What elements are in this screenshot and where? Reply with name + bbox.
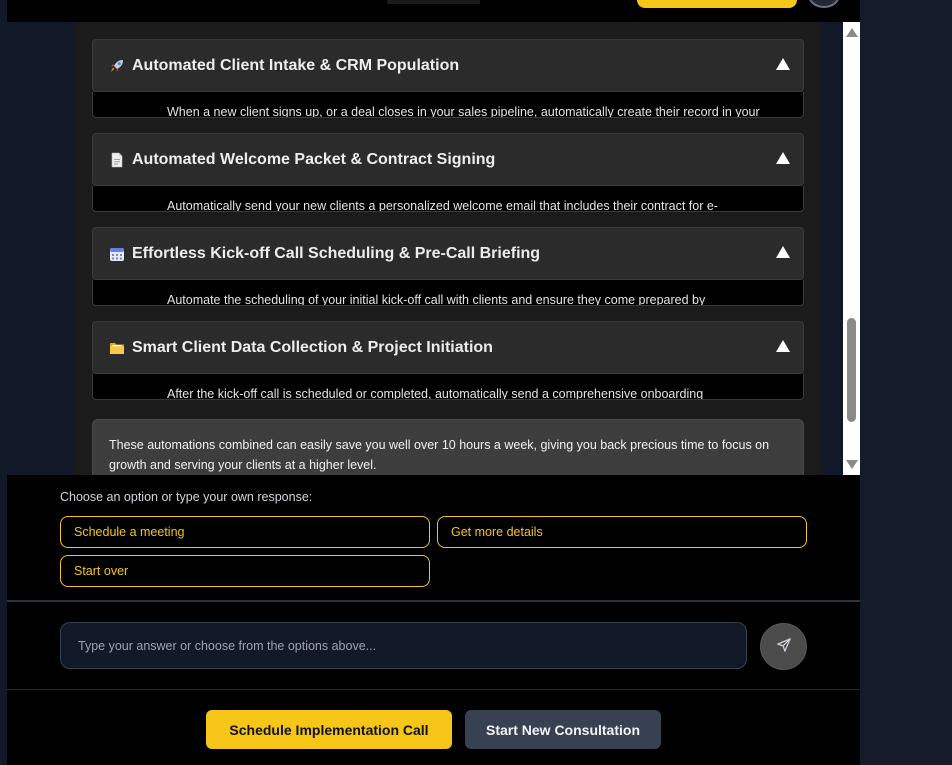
accordion-preview: When a new client signs up, or a deal cl…	[167, 105, 760, 118]
accordion-body: Automatically send your new clients a pe…	[92, 186, 804, 212]
summary-text: These automations combined can easily sa…	[109, 438, 770, 472]
accordion-item-data-collection: Smart Client Data Collection & Project I…	[92, 321, 804, 400]
accordion-title: Automated Client Intake & CRM Population	[132, 56, 460, 74]
scrollbar[interactable]	[843, 22, 860, 475]
top-header	[7, 0, 860, 22]
footer-actions: Schedule Implementation Call Start New C…	[7, 690, 860, 765]
rocket-icon	[109, 58, 125, 74]
chevron-up-icon[interactable]	[776, 340, 790, 352]
header-action-button[interactable]	[637, 0, 797, 8]
scroll-down-arrow-icon[interactable]	[846, 460, 858, 469]
assistant-message-panel: Automated Client Intake & CRM Population…	[74, 22, 822, 475]
page-margin-left	[0, 0, 7, 765]
accordion-header[interactable]: Automated Welcome Packet & Contract Sign…	[92, 133, 804, 186]
option-more-details-button[interactable]: Get more details	[437, 516, 807, 548]
accordion-body: When a new client signs up, or a deal cl…	[92, 92, 804, 118]
accordion-body: Automate the scheduling of your initial …	[92, 280, 804, 306]
accordion-item-kickoff-call: Effortless Kick-off Call Scheduling & Pr…	[92, 227, 804, 306]
chevron-up-icon[interactable]	[776, 58, 790, 70]
chevron-up-icon[interactable]	[776, 152, 790, 164]
quick-reply-options: Choose an option or type your own respon…	[7, 475, 860, 600]
answer-input[interactable]	[60, 622, 747, 669]
accordion-preview: Automatically send your new clients a pe…	[167, 199, 718, 212]
schedule-implementation-call-button[interactable]: Schedule Implementation Call	[206, 710, 452, 749]
accordion-title: Smart Client Data Collection & Project I…	[132, 338, 493, 356]
calendar-icon	[109, 246, 125, 262]
accordion-preview: Automate the scheduling of your initial …	[167, 293, 706, 306]
avatar[interactable]	[808, 0, 840, 8]
chevron-up-icon[interactable]	[776, 246, 790, 258]
scroll-up-arrow-icon[interactable]	[846, 28, 858, 37]
options-label: Choose an option or type your own respon…	[60, 490, 313, 504]
document-icon	[109, 152, 125, 168]
accordion-title: Automated Welcome Packet & Contract Sign…	[132, 150, 496, 168]
option-start-over-button[interactable]: Start over	[60, 555, 430, 587]
composer	[7, 602, 860, 689]
accordion-title: Effortless Kick-off Call Scheduling & Pr…	[132, 244, 541, 262]
folder-icon	[109, 340, 125, 356]
scrollbar-thumb[interactable]	[847, 318, 856, 422]
chat-window: Automated Client Intake & CRM Population…	[7, 0, 860, 765]
accordion-header[interactable]: Effortless Kick-off Call Scheduling & Pr…	[92, 227, 804, 280]
start-new-consultation-button[interactable]: Start New Consultation	[465, 710, 661, 749]
accordion-body: After the kick-off call is scheduled or …	[92, 374, 804, 400]
message-scroll-area[interactable]: Automated Client Intake & CRM Population…	[7, 22, 860, 475]
accordion-item-client-intake: Automated Client Intake & CRM Population…	[92, 39, 804, 118]
summary-card: These automations combined can easily sa…	[92, 419, 804, 475]
accordion-preview: After the kick-off call is scheduled or …	[167, 387, 704, 400]
accordion-header[interactable]: Automated Client Intake & CRM Population	[92, 39, 804, 92]
accordion-item-welcome-packet: Automated Welcome Packet & Contract Sign…	[92, 133, 804, 212]
page-margin-right	[860, 0, 952, 765]
header-tab	[387, 0, 480, 4]
send-icon	[776, 637, 791, 656]
accordion-header[interactable]: Smart Client Data Collection & Project I…	[92, 321, 804, 374]
send-button[interactable]	[760, 623, 807, 670]
option-schedule-meeting-button[interactable]: Schedule a meeting	[60, 516, 430, 548]
